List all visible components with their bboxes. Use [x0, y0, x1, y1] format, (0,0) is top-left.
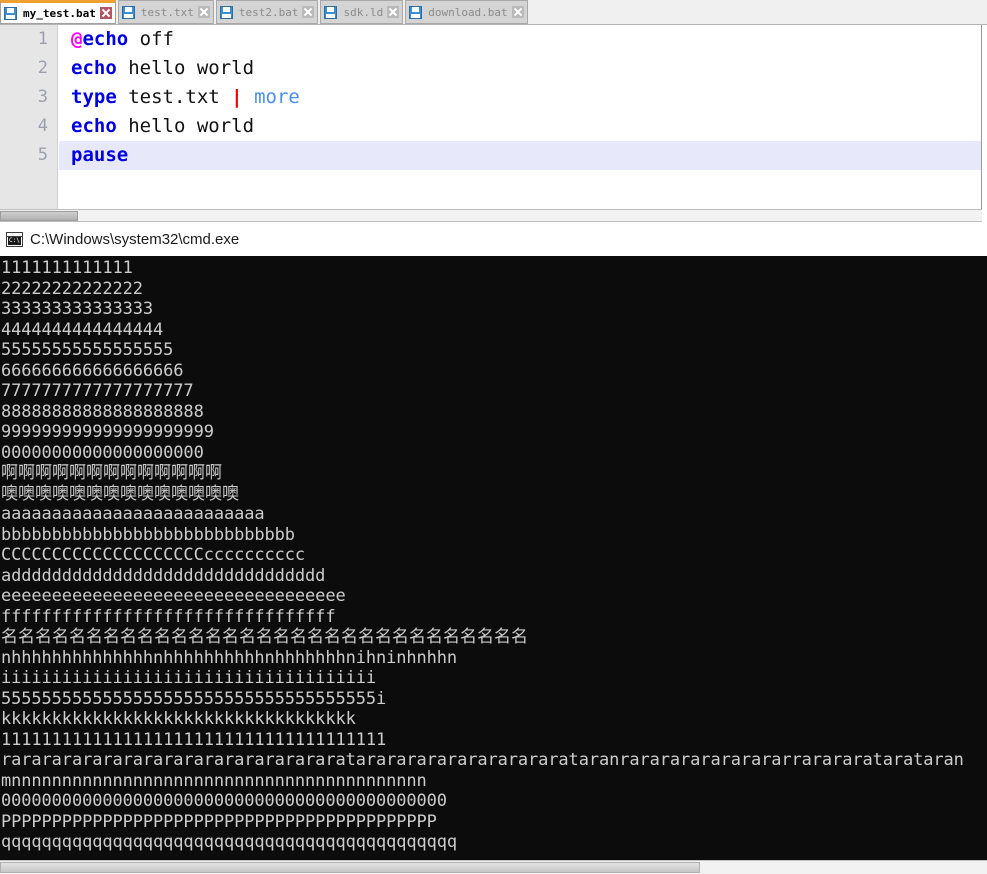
code-token-more: more	[254, 86, 300, 108]
close-icon[interactable]	[387, 6, 400, 18]
code-token-kw: type	[71, 86, 117, 108]
code-area[interactable]: @echo off echo hello world type test.txt |…	[59, 25, 981, 210]
console-line: 999999999999999999999	[1, 422, 214, 442]
console-line: 11111111111111111111111111111111111111	[1, 729, 387, 750]
code-token-plain: hello world	[116, 57, 255, 79]
console-line: eeeeeeeeeeeeeeeeeeeeeeeeeeeeeeeeee	[1, 586, 346, 606]
code-token-plain: test.txt	[116, 86, 232, 108]
console-line: iiiiiiiiiiiiiiiiiiiiiiiiiiiiiiiiiiiii	[1, 668, 376, 688]
tab-sdk-ld[interactable]: sdk.ld	[320, 0, 404, 24]
tab-bar: my_test.bat test.txt test2.bat sdk.ld downlo…	[0, 0, 987, 25]
console-line: 噢噢噢噢噢噢噢噢噢噢噢噢噢噢	[1, 483, 239, 504]
console-lines: 1111111111111 22222222222222 3333333333333…	[1, 258, 964, 853]
floppy-disk-icon	[121, 5, 135, 19]
line-number: 3	[37, 87, 48, 107]
console-line: 88888888888888888888	[1, 401, 204, 422]
console-line: 666666666666666666	[1, 360, 184, 381]
code-token-pipe: |	[231, 86, 243, 108]
code-token-plain: off	[128, 28, 174, 50]
code-token-kw: echo	[71, 115, 117, 137]
console-hscrollbar[interactable]	[0, 860, 987, 874]
tab-label: sdk.ld	[343, 5, 384, 19]
console-line: nhhhhhhhhhhhhhhnhhhhhhhhhhnhhhhhhhnihnin…	[1, 647, 458, 668]
line-number: 4	[37, 116, 48, 136]
console-line: 啊啊啊啊啊啊啊啊啊啊啊啊啊	[1, 463, 222, 483]
cmd-window-icon: C:\	[6, 232, 23, 247]
console-line: 22222222222222	[1, 278, 143, 299]
tab-label: download.bat	[428, 5, 508, 19]
console-line: kkkkkkkkkkkkkkkkkkkkkkkkkkkkkkkkkkk	[1, 709, 356, 729]
console-line: 00000000000000000000	[1, 442, 204, 463]
tab-label: test.txt	[140, 5, 194, 19]
console-line: rararararararararararararararararatarara…	[1, 750, 964, 770]
line-number-gutter: 1 2 3 4 5	[0, 25, 58, 210]
console-line: 55555555555555555	[1, 340, 174, 360]
console-line: 4444444444444444	[1, 319, 164, 340]
console-line: 0000000000000000000000000000000000000000…	[1, 791, 447, 811]
code-editor[interactable]: 12345 @echo off echo hello world type test…	[0, 25, 982, 210]
code-line[interactable]: pause	[59, 141, 981, 170]
floppy-disk-icon	[409, 5, 423, 19]
console-line: aaaaaaaaaaaaaaaaaaaaaaaaaa	[1, 504, 265, 524]
line-number: 1	[37, 29, 48, 49]
close-icon[interactable]	[197, 6, 210, 18]
code-token-kw: echo	[71, 57, 117, 79]
console-hscrollbar-thumb[interactable]	[0, 862, 700, 873]
console-line: addddddddddddddddddddddddddddddd	[1, 565, 326, 586]
editor-hscrollbar[interactable]	[0, 209, 982, 222]
tab-test-txt[interactable]: test.txt	[117, 0, 214, 24]
close-icon[interactable]	[302, 6, 315, 18]
floppy-disk-icon	[324, 5, 338, 19]
console-line: CCCCCCCCCCCCCCCCCCCCcccccccccc	[1, 545, 306, 565]
tab-download-bat[interactable]: download.bat	[405, 0, 528, 24]
close-icon[interactable]	[511, 6, 524, 18]
console-title-bar: C:\ C:\Windows\system32\cmd.exe	[0, 223, 987, 256]
console-output-pane[interactable]: 1111111111111 22222222222222 3333333333333…	[0, 256, 987, 860]
code-token-kw: pause	[71, 144, 129, 166]
code-token-kw: echo	[82, 28, 129, 50]
floppy-disk-icon	[219, 5, 233, 19]
tab-my-test-bat[interactable]: my_test.bat	[0, 0, 116, 24]
console-line: 5555555555555555555555555555555555555i	[1, 688, 387, 709]
line-number: 5	[37, 145, 48, 165]
code-line[interactable]: type test.txt | more	[59, 83, 981, 112]
line-number: 2	[37, 58, 48, 78]
console-line: bbbbbbbbbbbbbbbbbbbbbbbbbbbbb	[1, 524, 295, 545]
code-token-at: @	[71, 28, 83, 50]
console-line: qqqqqqqqqqqqqqqqqqqqqqqqqqqqqqqqqqqqqqqq…	[1, 832, 458, 852]
code-token-plain: hello world	[116, 115, 255, 137]
code-line[interactable]: echo hello world	[59, 54, 981, 83]
console-line: 7777777777777777777	[1, 381, 194, 401]
tab-label: test2.bat	[238, 5, 299, 19]
tab-label: my_test.bat	[23, 6, 96, 20]
console-line: 333333333333333	[1, 299, 154, 319]
console-title-text: C:\Windows\system32\cmd.exe	[30, 231, 240, 248]
close-icon[interactable]	[99, 7, 112, 19]
console-line: PPPPPPPPPPPPPPPPPPPPPPPPPPPPPPPPPPPPPPPP…	[1, 811, 437, 832]
code-line[interactable]: @echo off	[59, 25, 981, 54]
console-line: mnnnnnnnnnnnnnnnnnnnnnnnnnnnnnnnnnnnnnnn…	[1, 770, 427, 791]
console-line: 1111111111111	[1, 258, 133, 278]
floppy-disk-icon	[4, 6, 17, 20]
console-line: fffffffffffffffffffffffffffffffff	[1, 606, 336, 627]
console-line: 名名名名名名名名名名名名名名名名名名名名名名名名名名名名名名名	[1, 627, 528, 647]
code-line[interactable]: echo hello world	[59, 112, 981, 141]
tab-test2-bat[interactable]: test2.bat	[215, 0, 319, 24]
editor-hscrollbar-thumb[interactable]	[0, 211, 78, 221]
